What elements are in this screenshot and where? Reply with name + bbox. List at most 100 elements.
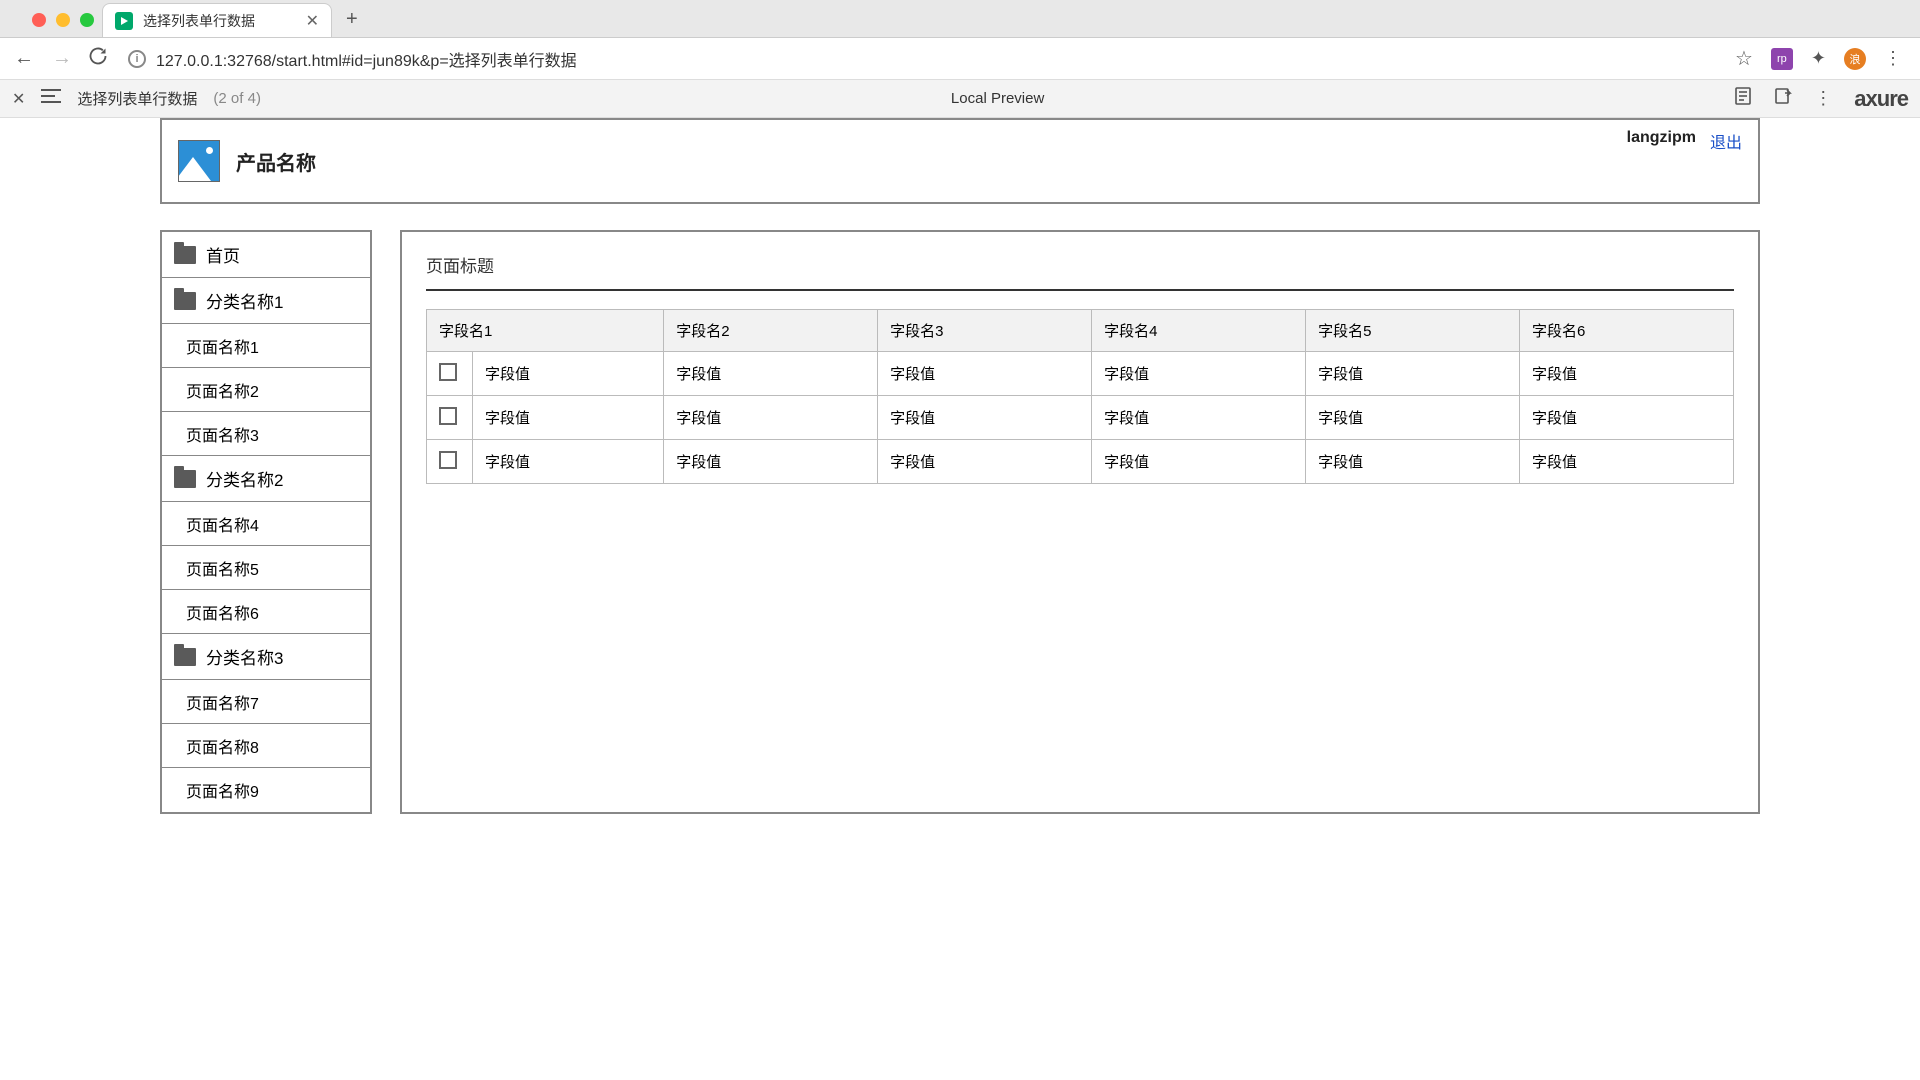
panel-title: 页面标题 [426, 252, 1734, 291]
table-header-cell: 字段名6 [1520, 310, 1734, 352]
sidebar-item-page-9[interactable]: 页面名称9 [162, 768, 370, 812]
sidebar-item-label: 页面名称9 [186, 778, 259, 802]
table-header-cell: 字段名5 [1306, 310, 1520, 352]
table-cell: 字段值 [1520, 440, 1734, 484]
table-cell: 字段值 [1092, 396, 1306, 440]
table-header-cell: 字段名4 [1092, 310, 1306, 352]
sidebar-item-page-2[interactable]: 页面名称2 [162, 368, 370, 412]
sidebar-item-page-4[interactable]: 页面名称4 [162, 502, 370, 546]
table-cell: 字段值 [473, 396, 664, 440]
window-maximize-icon[interactable] [80, 13, 94, 27]
sidebar-item-label: 首页 [206, 242, 240, 267]
table-header-row: 字段名1 字段名2 字段名3 字段名4 字段名5 字段名6 [427, 310, 1734, 352]
table-cell: 字段值 [1306, 396, 1520, 440]
sidebar-item-page-1[interactable]: 页面名称1 [162, 324, 370, 368]
sidebar-item-label: 页面名称3 [186, 422, 259, 446]
sidebar: 首页 分类名称1 页面名称1 页面名称2 页面名称3 分类名称2 页面名称4 页… [160, 230, 372, 814]
url-bar[interactable]: i 127.0.0.1:32768/start.html#id=jun89k&p… [122, 47, 1721, 71]
axure-page-count: (2 of 4) [213, 90, 261, 107]
nav-forward-icon[interactable]: → [50, 47, 74, 70]
sidebar-item-category-3[interactable]: 分类名称3 [162, 634, 370, 680]
table-row[interactable]: 字段值 字段值 字段值 字段值 字段值 字段值 [427, 440, 1734, 484]
folder-icon [174, 292, 196, 310]
url-text: 127.0.0.1:32768/start.html#id=jun89k&p=选… [156, 47, 577, 71]
table-header-cell: 字段名1 [427, 310, 664, 352]
sidebar-item-category-1[interactable]: 分类名称1 [162, 278, 370, 324]
sidebar-item-home[interactable]: 首页 [162, 232, 370, 278]
table-row[interactable]: 字段值 字段值 字段值 字段值 字段值 字段值 [427, 396, 1734, 440]
extension-rp-icon[interactable]: rp [1771, 48, 1793, 70]
axure-logo: axure [1854, 86, 1908, 112]
axure-export-icon[interactable] [1774, 87, 1792, 110]
product-logo-icon [178, 140, 220, 182]
reload-icon[interactable] [88, 46, 108, 71]
axure-preview-bar: ✕ 选择列表单行数据 (2 of 4) Local Preview ⋮ axur… [0, 80, 1920, 118]
browser-toolbar: ← → i 127.0.0.1:32768/start.html#id=jun8… [0, 38, 1920, 80]
extensions-icon[interactable]: ✦ [1811, 48, 1826, 69]
sidebar-item-label: 分类名称2 [206, 466, 283, 491]
sidebar-item-page-3[interactable]: 页面名称3 [162, 412, 370, 456]
tab-favicon-icon [115, 12, 133, 30]
nav-back-icon[interactable]: ← [12, 47, 36, 70]
table-cell: 字段值 [473, 440, 664, 484]
window-minimize-icon[interactable] [56, 13, 70, 27]
axure-notes-icon[interactable] [1734, 87, 1752, 110]
table-row[interactable]: 字段值 字段值 字段值 字段值 字段值 字段值 [427, 352, 1734, 396]
table-cell: 字段值 [878, 352, 1092, 396]
table-cell: 字段值 [664, 440, 878, 484]
table-header-cell: 字段名2 [664, 310, 878, 352]
axure-close-icon[interactable]: ✕ [12, 89, 25, 109]
site-info-icon[interactable]: i [128, 50, 146, 68]
main-panel: 页面标题 字段名1 字段名2 字段名3 字段名4 字段名5 字段名6 字段值 字… [400, 230, 1760, 814]
logout-link[interactable]: 退出 [1710, 129, 1742, 153]
axure-center-label: Local Preview [277, 90, 1718, 107]
sidebar-item-label: 分类名称1 [206, 288, 283, 313]
row-checkbox[interactable] [439, 451, 457, 469]
browser-tab-bar: 选择列表单行数据 ✕ + [0, 0, 1920, 38]
browser-menu-icon[interactable]: ⋮ [1884, 48, 1902, 69]
axure-page-name: 选择列表单行数据 [77, 88, 197, 109]
new-tab-button[interactable]: + [332, 8, 372, 37]
profile-avatar-icon[interactable]: 浪 [1844, 48, 1866, 70]
sidebar-item-category-2[interactable]: 分类名称2 [162, 456, 370, 502]
table-cell: 字段值 [1306, 352, 1520, 396]
sidebar-item-label: 分类名称3 [206, 644, 283, 669]
table-cell: 字段值 [1520, 352, 1734, 396]
table-cell: 字段值 [878, 396, 1092, 440]
tab-title: 选择列表单行数据 [143, 11, 255, 31]
axure-menu-icon[interactable] [41, 88, 61, 109]
table-header-cell: 字段名3 [878, 310, 1092, 352]
table-cell: 字段值 [1520, 396, 1734, 440]
table-cell: 字段值 [1306, 440, 1520, 484]
sidebar-item-label: 页面名称2 [186, 378, 259, 402]
folder-icon [174, 648, 196, 666]
tab-close-icon[interactable]: ✕ [306, 11, 319, 31]
folder-icon [174, 470, 196, 488]
sidebar-item-label: 页面名称6 [186, 600, 259, 624]
table-cell: 字段值 [1092, 352, 1306, 396]
sidebar-item-page-8[interactable]: 页面名称8 [162, 724, 370, 768]
product-title: 产品名称 [236, 147, 316, 176]
sidebar-item-page-7[interactable]: 页面名称7 [162, 680, 370, 724]
sidebar-item-label: 页面名称7 [186, 690, 259, 714]
folder-icon [174, 246, 196, 264]
table-cell: 字段值 [664, 352, 878, 396]
product-header: 产品名称 langzipm 退出 [160, 118, 1760, 204]
window-controls [24, 13, 102, 37]
username-label: langzipm [1627, 129, 1696, 147]
table-cell: 字段值 [878, 440, 1092, 484]
sidebar-item-page-6[interactable]: 页面名称6 [162, 590, 370, 634]
data-table: 字段名1 字段名2 字段名3 字段名4 字段名5 字段名6 字段值 字段值 字段… [426, 309, 1734, 484]
row-checkbox[interactable] [439, 363, 457, 381]
sidebar-item-label: 页面名称5 [186, 556, 259, 580]
axure-more-icon[interactable]: ⋮ [1814, 88, 1832, 109]
sidebar-item-page-5[interactable]: 页面名称5 [162, 546, 370, 590]
bookmark-star-icon[interactable]: ☆ [1735, 46, 1753, 71]
browser-tab[interactable]: 选择列表单行数据 ✕ [102, 3, 332, 37]
window-close-icon[interactable] [32, 13, 46, 27]
sidebar-item-label: 页面名称4 [186, 512, 259, 536]
table-cell: 字段值 [473, 352, 664, 396]
row-checkbox[interactable] [439, 407, 457, 425]
sidebar-item-label: 页面名称8 [186, 734, 259, 758]
sidebar-item-label: 页面名称1 [186, 334, 259, 358]
